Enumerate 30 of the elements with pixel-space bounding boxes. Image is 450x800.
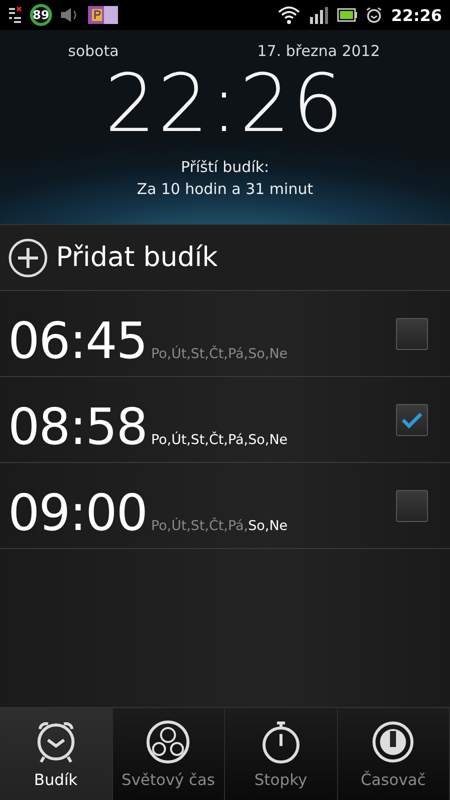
alarm-checkbox[interactable] — [396, 318, 428, 350]
signal-icon — [309, 6, 330, 24]
alarm-days: Po,Út,St,Čt,Pá,So,Ne — [151, 518, 396, 534]
date-label: 17. března 2012 — [257, 42, 380, 60]
tab[interactable]: Světový čas — [112, 708, 225, 800]
day-label: sobota — [68, 42, 119, 60]
clock-time: 22:26 — [104, 64, 346, 144]
alarm-checkbox[interactable] — [396, 404, 428, 436]
tab[interactable]: Časovač — [338, 708, 450, 800]
alarm-time[interactable]: 09:00 — [8, 488, 148, 538]
battery-icon — [337, 8, 358, 22]
alarm-checkbox[interactable] — [396, 490, 428, 522]
add-alarm-button[interactable]: Přidat budík — [56, 242, 218, 273]
notification-icon — [8, 6, 22, 24]
next-alarm-value: Za 10 hodin a 31 minut — [136, 180, 314, 198]
status-time: 22:26 — [391, 6, 442, 24]
alarm-days: Po,Út,St,Čt,Pá,So,Ne — [151, 346, 396, 362]
add-icon[interactable] — [8, 238, 48, 278]
alarm-days: Po,Út,St,Čt,Pá,So,Ne — [151, 432, 396, 448]
check-icon — [401, 411, 423, 429]
tab[interactable]: Budík — [0, 708, 112, 800]
alarm-icon — [365, 6, 384, 24]
next-alarm-label: Příští budík: — [180, 158, 270, 176]
parking-icon — [88, 6, 118, 24]
battery-level-badge: 89 — [30, 4, 52, 26]
alarm-time[interactable]: 06:45 — [8, 316, 148, 366]
alarm-time[interactable]: 08:58 — [8, 402, 148, 452]
wifi-icon — [277, 5, 302, 25]
world-clock-icon — [144, 719, 192, 765]
tab[interactable]: Stopky — [225, 708, 338, 800]
